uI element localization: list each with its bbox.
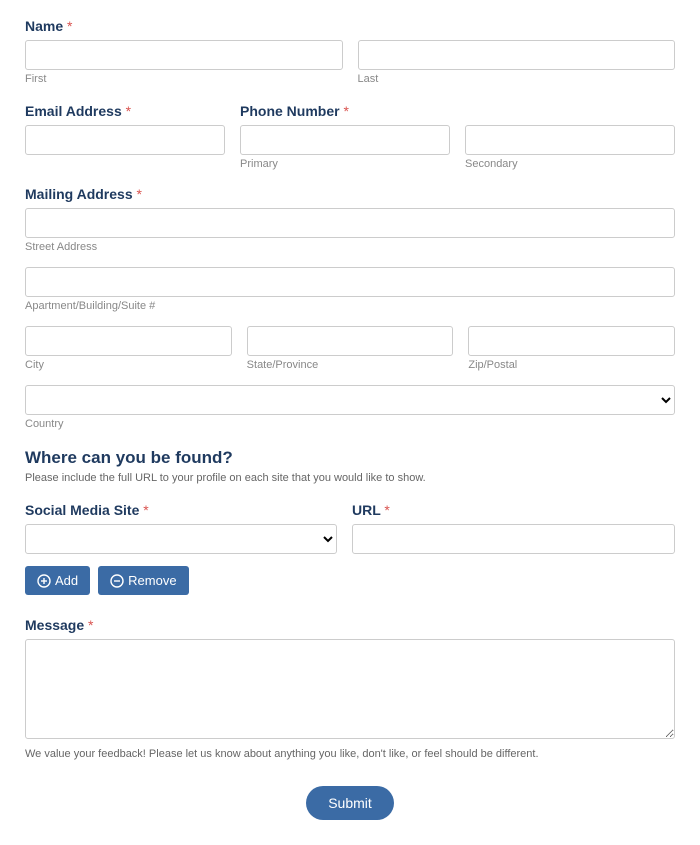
mailing-address-group: Mailing Address * Street Address Apartme… bbox=[25, 186, 675, 430]
email-label: Email Address * bbox=[25, 103, 225, 119]
where-found-section: Where can you be found? Please include t… bbox=[25, 448, 675, 484]
required-asterisk: * bbox=[126, 103, 131, 119]
required-asterisk: * bbox=[384, 502, 389, 518]
message-textarea[interactable] bbox=[25, 639, 675, 739]
last-name-sublabel: Last bbox=[358, 73, 676, 85]
street-address-input[interactable] bbox=[25, 208, 675, 238]
social-label: Social Media Site * bbox=[25, 502, 337, 518]
url-label: URL * bbox=[352, 502, 675, 518]
plus-circle-icon bbox=[37, 574, 51, 588]
primary-phone-input[interactable] bbox=[240, 125, 450, 155]
where-found-title: Where can you be found? bbox=[25, 448, 675, 468]
required-asterisk: * bbox=[88, 617, 93, 633]
message-label-text: Message bbox=[25, 617, 84, 633]
last-name-input[interactable] bbox=[358, 40, 676, 70]
secondary-phone-sublabel: Secondary bbox=[465, 158, 675, 170]
submit-wrap: Submit bbox=[25, 786, 675, 820]
secondary-phone-input[interactable] bbox=[465, 125, 675, 155]
zip-input[interactable] bbox=[468, 326, 675, 356]
name-field-group: Name * First Last bbox=[25, 18, 675, 85]
country-sublabel: Country bbox=[25, 418, 675, 430]
country-select[interactable] bbox=[25, 385, 675, 415]
add-remove-group: Add Remove bbox=[25, 566, 675, 595]
required-asterisk: * bbox=[143, 502, 148, 518]
minus-circle-icon bbox=[110, 574, 124, 588]
first-name-sublabel: First bbox=[25, 73, 343, 85]
remove-button[interactable]: Remove bbox=[98, 566, 188, 595]
apartment-input[interactable] bbox=[25, 267, 675, 297]
state-input[interactable] bbox=[247, 326, 454, 356]
phone-label: Phone Number * bbox=[240, 103, 675, 119]
mailing-label-text: Mailing Address bbox=[25, 186, 133, 202]
message-label: Message * bbox=[25, 617, 675, 633]
social-media-select[interactable] bbox=[25, 524, 337, 554]
required-asterisk: * bbox=[67, 18, 72, 34]
where-found-desc: Please include the full URL to your prof… bbox=[25, 472, 675, 484]
social-label-text: Social Media Site bbox=[25, 502, 139, 518]
primary-phone-sublabel: Primary bbox=[240, 158, 450, 170]
email-input[interactable] bbox=[25, 125, 225, 155]
first-name-input[interactable] bbox=[25, 40, 343, 70]
street-sublabel: Street Address bbox=[25, 241, 675, 253]
required-asterisk: * bbox=[343, 103, 348, 119]
name-label: Name * bbox=[25, 18, 675, 34]
email-label-text: Email Address bbox=[25, 103, 122, 119]
message-group: Message * We value your feedback! Please… bbox=[25, 617, 675, 760]
add-button-label: Add bbox=[55, 573, 78, 588]
message-help: We value your feedback! Please let us kn… bbox=[25, 748, 675, 760]
required-asterisk: * bbox=[137, 186, 142, 202]
remove-button-label: Remove bbox=[128, 573, 176, 588]
city-input[interactable] bbox=[25, 326, 232, 356]
add-button[interactable]: Add bbox=[25, 566, 90, 595]
state-sublabel: State/Province bbox=[247, 359, 454, 371]
phone-label-text: Phone Number bbox=[240, 103, 340, 119]
apartment-sublabel: Apartment/Building/Suite # bbox=[25, 300, 675, 312]
name-label-text: Name bbox=[25, 18, 63, 34]
zip-sublabel: Zip/Postal bbox=[468, 359, 675, 371]
mailing-label: Mailing Address * bbox=[25, 186, 675, 202]
city-sublabel: City bbox=[25, 359, 232, 371]
url-input[interactable] bbox=[352, 524, 675, 554]
submit-button[interactable]: Submit bbox=[306, 786, 394, 820]
url-label-text: URL bbox=[352, 502, 381, 518]
